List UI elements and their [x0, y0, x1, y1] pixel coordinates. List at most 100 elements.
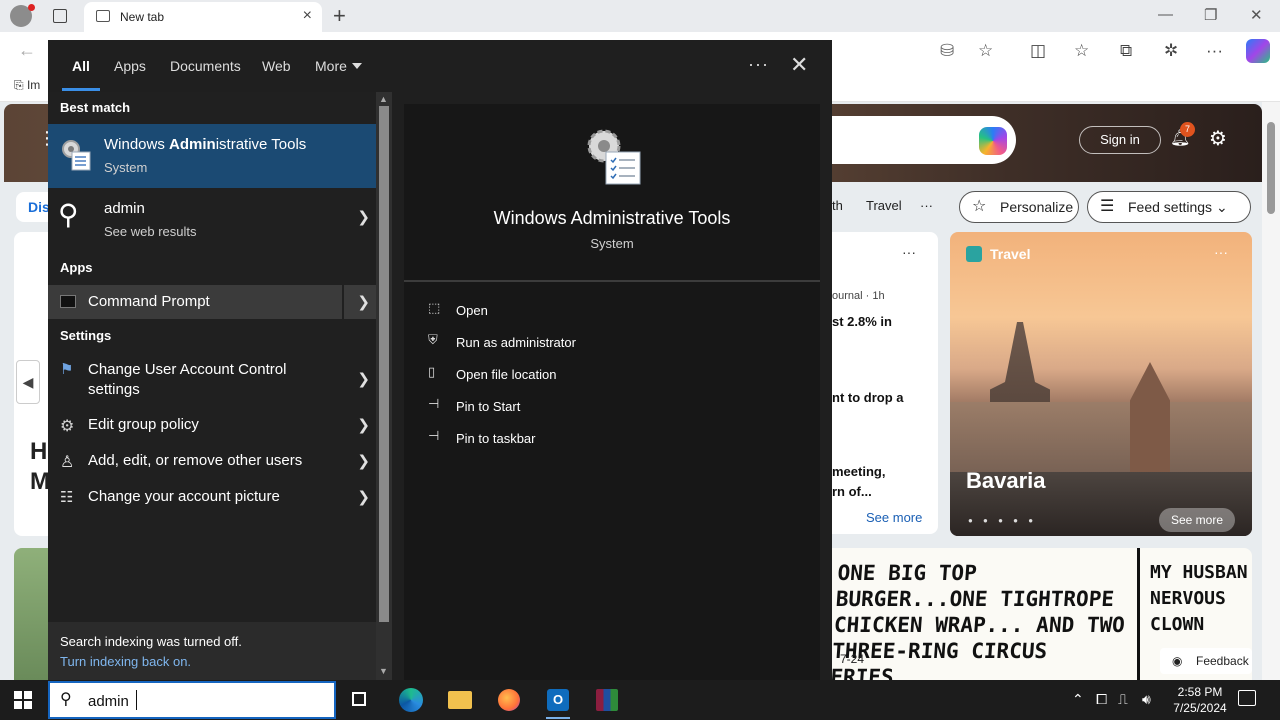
card-more-icon[interactable]: ··· — [1214, 244, 1228, 260]
tab-actions-icon[interactable] — [53, 9, 67, 23]
favorites-item[interactable]: ⎘ Im — [14, 78, 40, 93]
start-windows-icon[interactable] — [14, 691, 32, 709]
see-more-button[interactable]: See more — [1159, 508, 1235, 532]
edge-browser-icon[interactable] — [395, 684, 427, 716]
feedback-button[interactable]: ◉ Feedback — [1160, 648, 1252, 674]
minimize-icon[interactable]: — — [1158, 6, 1173, 23]
tab-web[interactable]: Web — [262, 58, 291, 74]
feed-link-health[interactable]: th — [832, 198, 843, 213]
results-scrollbar-thumb[interactable] — [379, 106, 389, 622]
tab-apps[interactable]: Apps — [114, 58, 146, 74]
volume-icon[interactable]: 🔊︎ — [1142, 691, 1151, 708]
new-tab-button[interactable]: + — [333, 3, 346, 29]
settings-result-title: Add, edit, or remove other users — [88, 452, 303, 469]
web-result-expand[interactable]: ❯ — [342, 188, 376, 252]
best-match-title: Windows Administrative Tools — [104, 136, 306, 153]
taskbar-clock[interactable]: 2:58 PM 7/25/2024 — [1164, 684, 1236, 716]
outlook-icon[interactable]: O — [542, 684, 574, 719]
scroll-down-icon[interactable]: ▼ — [379, 666, 388, 676]
copilot-icon[interactable] — [1246, 39, 1270, 63]
action-pin-to-start[interactable]: ⊣ Pin to Start — [424, 394, 804, 422]
scroll-up-icon[interactable]: ▲ — [379, 94, 388, 104]
page-settings-gear-icon[interactable]: ⚙ — [1209, 126, 1227, 151]
settings-result-other-users[interactable]: ♙ Add, edit, or remove other users ❯ — [48, 446, 376, 478]
app-result-command-prompt[interactable]: Command Prompt ❯ — [48, 285, 376, 319]
tab-more[interactable]: More — [315, 58, 347, 74]
sign-in-button[interactable]: Sign in — [1079, 126, 1161, 154]
favorite-star-icon[interactable]: ☆ — [978, 41, 993, 61]
action-label: Pin to taskbar — [456, 431, 536, 446]
feed-more-icon[interactable]: ··· — [920, 198, 933, 213]
detail-subtitle: System — [590, 236, 634, 251]
turn-indexing-on-link[interactable]: Turn indexing back on. — [60, 654, 191, 669]
favorites-icon[interactable]: ☆ — [1074, 41, 1089, 61]
chevron-right-icon: ❯ — [357, 209, 370, 226]
carousel-pager[interactable]: ● ● ● ● ● — [968, 516, 1037, 525]
news-headline: meeting, — [832, 464, 886, 479]
browser-tab[interactable]: New tab × — [84, 2, 322, 32]
desktop: New tab × + — ❐ ✕ ← ⛁ ☆ ◫ ☆ ⧉ ✲ ··· ⎘ Im… — [0, 0, 1280, 720]
news-card[interactable]: ··· ournal · 1h st 2.8% in nt to drop a … — [832, 232, 938, 534]
carousel-prev-button[interactable]: ◀ — [16, 360, 40, 404]
tab-documents[interactable]: Documents — [170, 58, 241, 74]
tracking-icon[interactable]: ⛁ — [940, 41, 954, 61]
page-scrollbar-thumb[interactable] — [1267, 122, 1275, 214]
extensions-icon[interactable]: ✲ — [1164, 41, 1178, 61]
app-result-expand[interactable]: ❯ — [342, 285, 376, 319]
file-explorer-icon[interactable] — [444, 684, 476, 716]
search-options-icon[interactable]: ··· — [748, 54, 769, 75]
network-icon[interactable]: ⎍ — [1118, 691, 1128, 708]
page-scrollbar[interactable] — [1262, 102, 1280, 680]
personalize-button[interactable]: ☆ Personalize — [959, 191, 1079, 223]
left-card-peek-2[interactable] — [14, 548, 48, 680]
winrar-icon[interactable] — [591, 684, 623, 716]
favorites-item-label: Im — [26, 78, 41, 92]
show-hidden-icons-chevron[interactable]: ⌃ — [1072, 691, 1084, 708]
settings-more-icon[interactable]: ··· — [1206, 41, 1223, 61]
action-pin-to-taskbar[interactable]: ⊣ Pin to taskbar — [424, 426, 804, 454]
tab-close-icon[interactable]: × — [303, 7, 312, 25]
action-open[interactable]: ⬚ Open — [424, 298, 804, 326]
action-open-file-location[interactable]: ▯ Open file location — [424, 362, 804, 390]
travel-label: Travel — [990, 246, 1031, 262]
settings-result-expand[interactable]: ❯ — [342, 482, 376, 514]
restore-icon[interactable]: ❐ — [1204, 6, 1217, 24]
tray-app-icon[interactable]: ⧠ — [1096, 691, 1107, 708]
settings-result-group-policy[interactable]: ⚙ Edit group policy ❯ — [48, 410, 376, 442]
task-view-icon[interactable] — [344, 684, 376, 716]
feed-settings-button[interactable]: ☰ Feed settings ⌄ — [1087, 191, 1251, 223]
card-more-icon[interactable]: ··· — [902, 244, 916, 260]
feed-link-travel[interactable]: Travel — [866, 198, 902, 213]
notification-center-icon[interactable] — [1238, 690, 1256, 706]
news-headline: st 2.8% in — [832, 314, 892, 329]
collections-icon[interactable]: ⧉ — [1120, 41, 1132, 61]
tab-all[interactable]: All — [72, 58, 90, 74]
settings-result-expand[interactable]: ❯ — [342, 352, 376, 408]
firefox-icon[interactable] — [493, 684, 525, 716]
best-match-result[interactable]: Windows Administrative Tools System — [48, 124, 376, 188]
back-icon[interactable]: ← — [18, 40, 36, 61]
taskbar-search-box[interactable]: ⚲ admin — [48, 681, 336, 719]
settings-result-uac[interactable]: ⚑ Change User Account Control settings ❯ — [48, 352, 376, 408]
copilot-logo-icon[interactable] — [979, 127, 1007, 155]
title-part: istrative Tools — [215, 136, 307, 153]
pin-icon: ⊣ — [428, 428, 440, 443]
action-label: Pin to Start — [456, 399, 521, 414]
see-more-link[interactable]: See more — [866, 510, 922, 525]
action-run-as-admin[interactable]: ⛨ Run as administrator — [424, 330, 804, 358]
settings-result-title: Change your account picture — [88, 488, 280, 505]
settings-result-expand[interactable]: ❯ — [342, 446, 376, 478]
close-window-icon[interactable]: ✕ — [1250, 6, 1263, 24]
caret-down-icon — [352, 63, 362, 69]
settings-result-expand[interactable]: ❯ — [342, 410, 376, 442]
church-image — [1130, 362, 1170, 472]
travel-card[interactable]: Travel ··· Bavaria ● ● ● ● ● See more — [950, 232, 1252, 536]
magnifier-icon: ⚲ — [58, 199, 79, 230]
news-headline: nt to drop a — [832, 390, 904, 405]
web-result[interactable]: ⚲ admin See web results ❯ — [48, 188, 376, 252]
results-scrollbar[interactable]: ▲ ▼ — [376, 92, 392, 680]
close-search-icon[interactable]: ✕ — [790, 52, 808, 78]
settings-result-account-picture[interactable]: ☷ Change your account picture ❯ — [48, 482, 376, 514]
chevron-right-icon: ❯ — [357, 371, 370, 388]
split-screen-icon[interactable]: ◫ — [1030, 41, 1046, 61]
